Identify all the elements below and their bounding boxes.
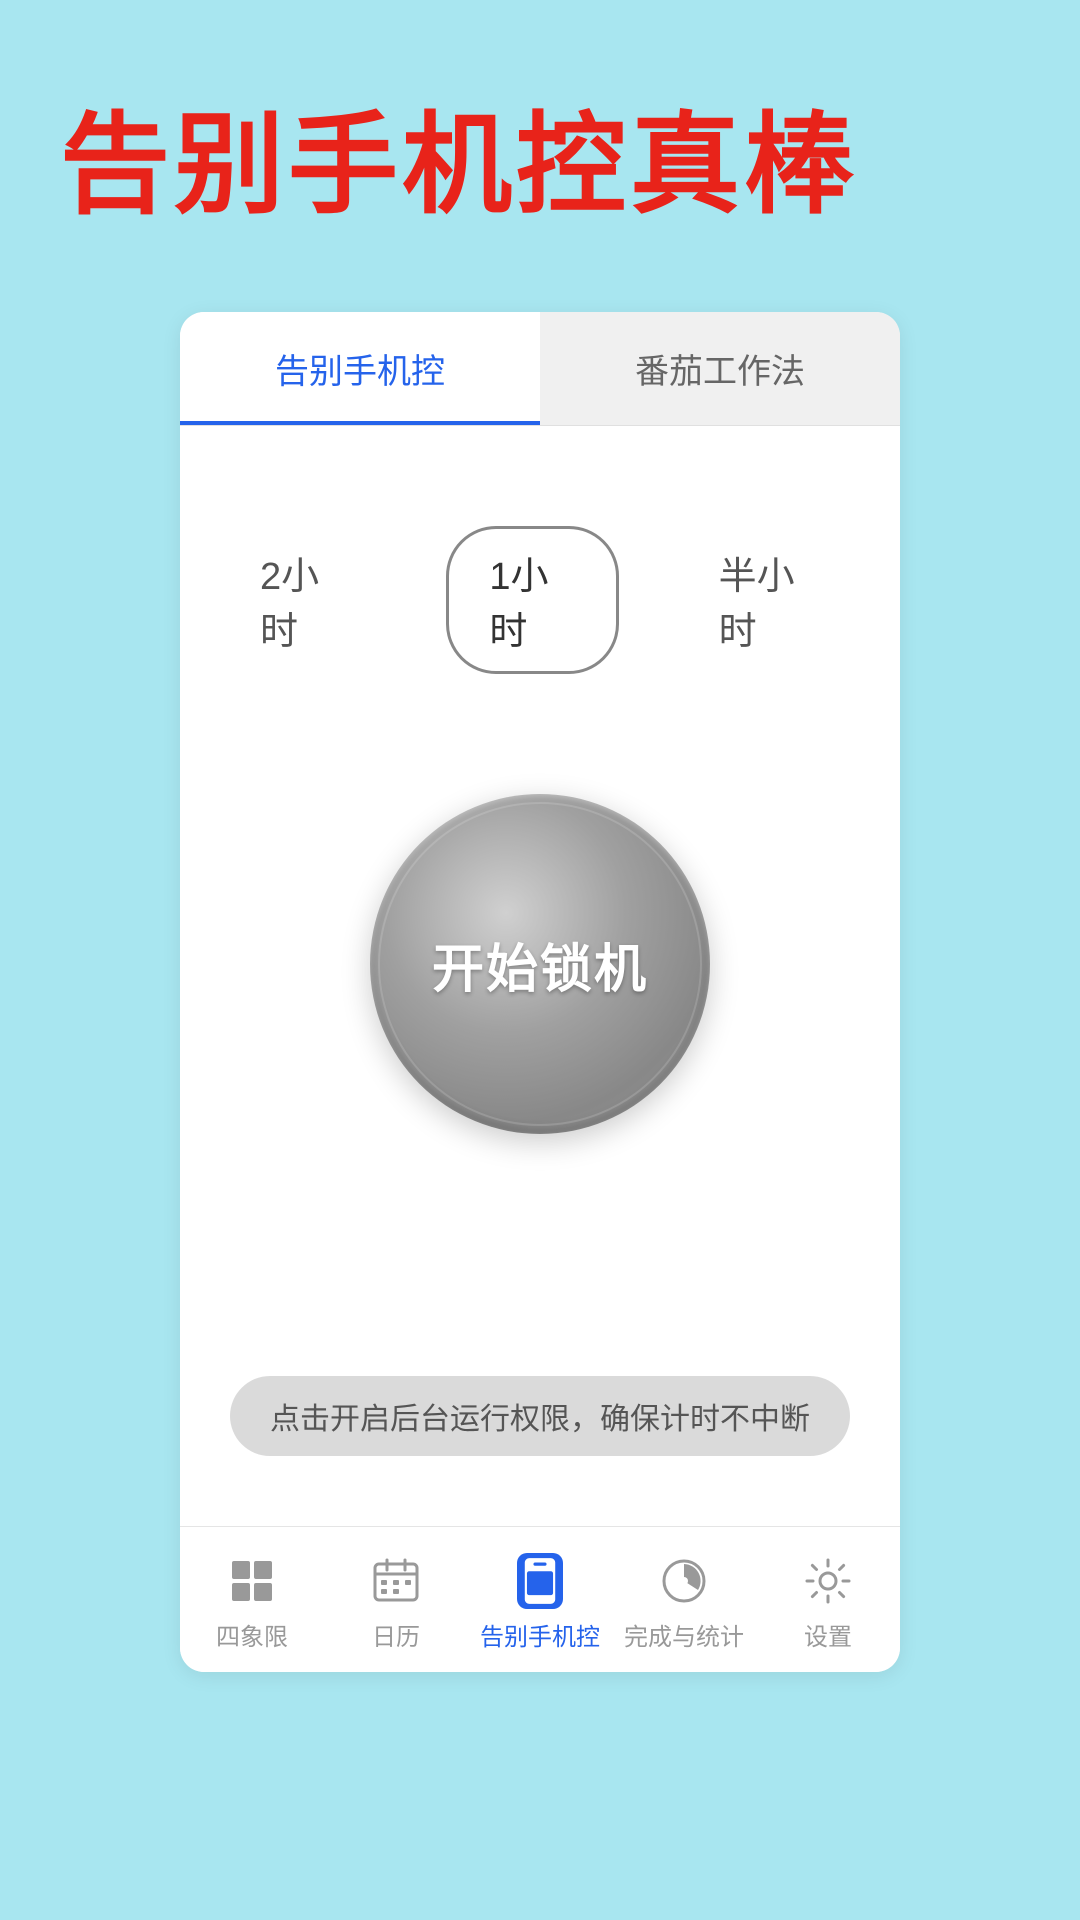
time-option-2h[interactable]: 2小时 bbox=[220, 529, 386, 671]
lock-button-label: 开始锁机 bbox=[432, 927, 648, 1002]
app-card: 告别手机控 番茄工作法 2小时 1小时 半小时 开始锁机 点击开 bbox=[180, 312, 900, 1672]
hint-badge[interactable]: 点击开启后台运行权限，确保计时不中断 bbox=[230, 1376, 850, 1456]
time-option-1h[interactable]: 1小时 bbox=[446, 526, 618, 674]
nav-label-quadrant: 四象限 bbox=[216, 1617, 288, 1652]
nav-item-stats[interactable]: 完成与统计 bbox=[612, 1543, 756, 1662]
nav-item-calendar[interactable]: 日历 bbox=[324, 1543, 468, 1662]
gear-icon bbox=[800, 1553, 856, 1609]
quadrant-icon bbox=[224, 1553, 280, 1609]
lock-button[interactable]: 开始锁机 bbox=[370, 794, 710, 1134]
time-selector: 2小时 1小时 半小时 bbox=[220, 526, 860, 674]
nav-label-calendar: 日历 bbox=[372, 1617, 420, 1652]
tab-phone-control[interactable]: 告别手机控 bbox=[180, 312, 540, 425]
tab-pomodoro[interactable]: 番茄工作法 bbox=[540, 312, 900, 425]
stats-icon bbox=[656, 1553, 712, 1609]
nav-item-quadrant[interactable]: 四象限 bbox=[180, 1543, 324, 1662]
calendar-icon bbox=[368, 1553, 424, 1609]
hero-section: 告别手机控真棒 bbox=[0, 0, 1080, 292]
nav-item-phone-control[interactable]: 告别手机控 bbox=[468, 1543, 612, 1662]
tab-bar: 告别手机控 番茄工作法 bbox=[180, 312, 900, 426]
nav-label-stats: 完成与统计 bbox=[624, 1617, 744, 1652]
nav-item-settings[interactable]: 设置 bbox=[756, 1543, 900, 1662]
phone-control-icon bbox=[512, 1553, 568, 1609]
nav-label-settings: 设置 bbox=[804, 1617, 852, 1652]
bottom-nav: 四象限 日历 bbox=[180, 1526, 900, 1672]
lock-button-container: 开始锁机 bbox=[370, 794, 710, 1134]
hero-title: 告别手机控真棒 bbox=[60, 100, 1020, 232]
card-content: 2小时 1小时 半小时 开始锁机 点击开启后台运行权限，确保计时不中断 bbox=[180, 426, 900, 1526]
time-option-half[interactable]: 半小时 bbox=[679, 529, 860, 671]
nav-label-phone-control: 告别手机控 bbox=[480, 1617, 600, 1652]
